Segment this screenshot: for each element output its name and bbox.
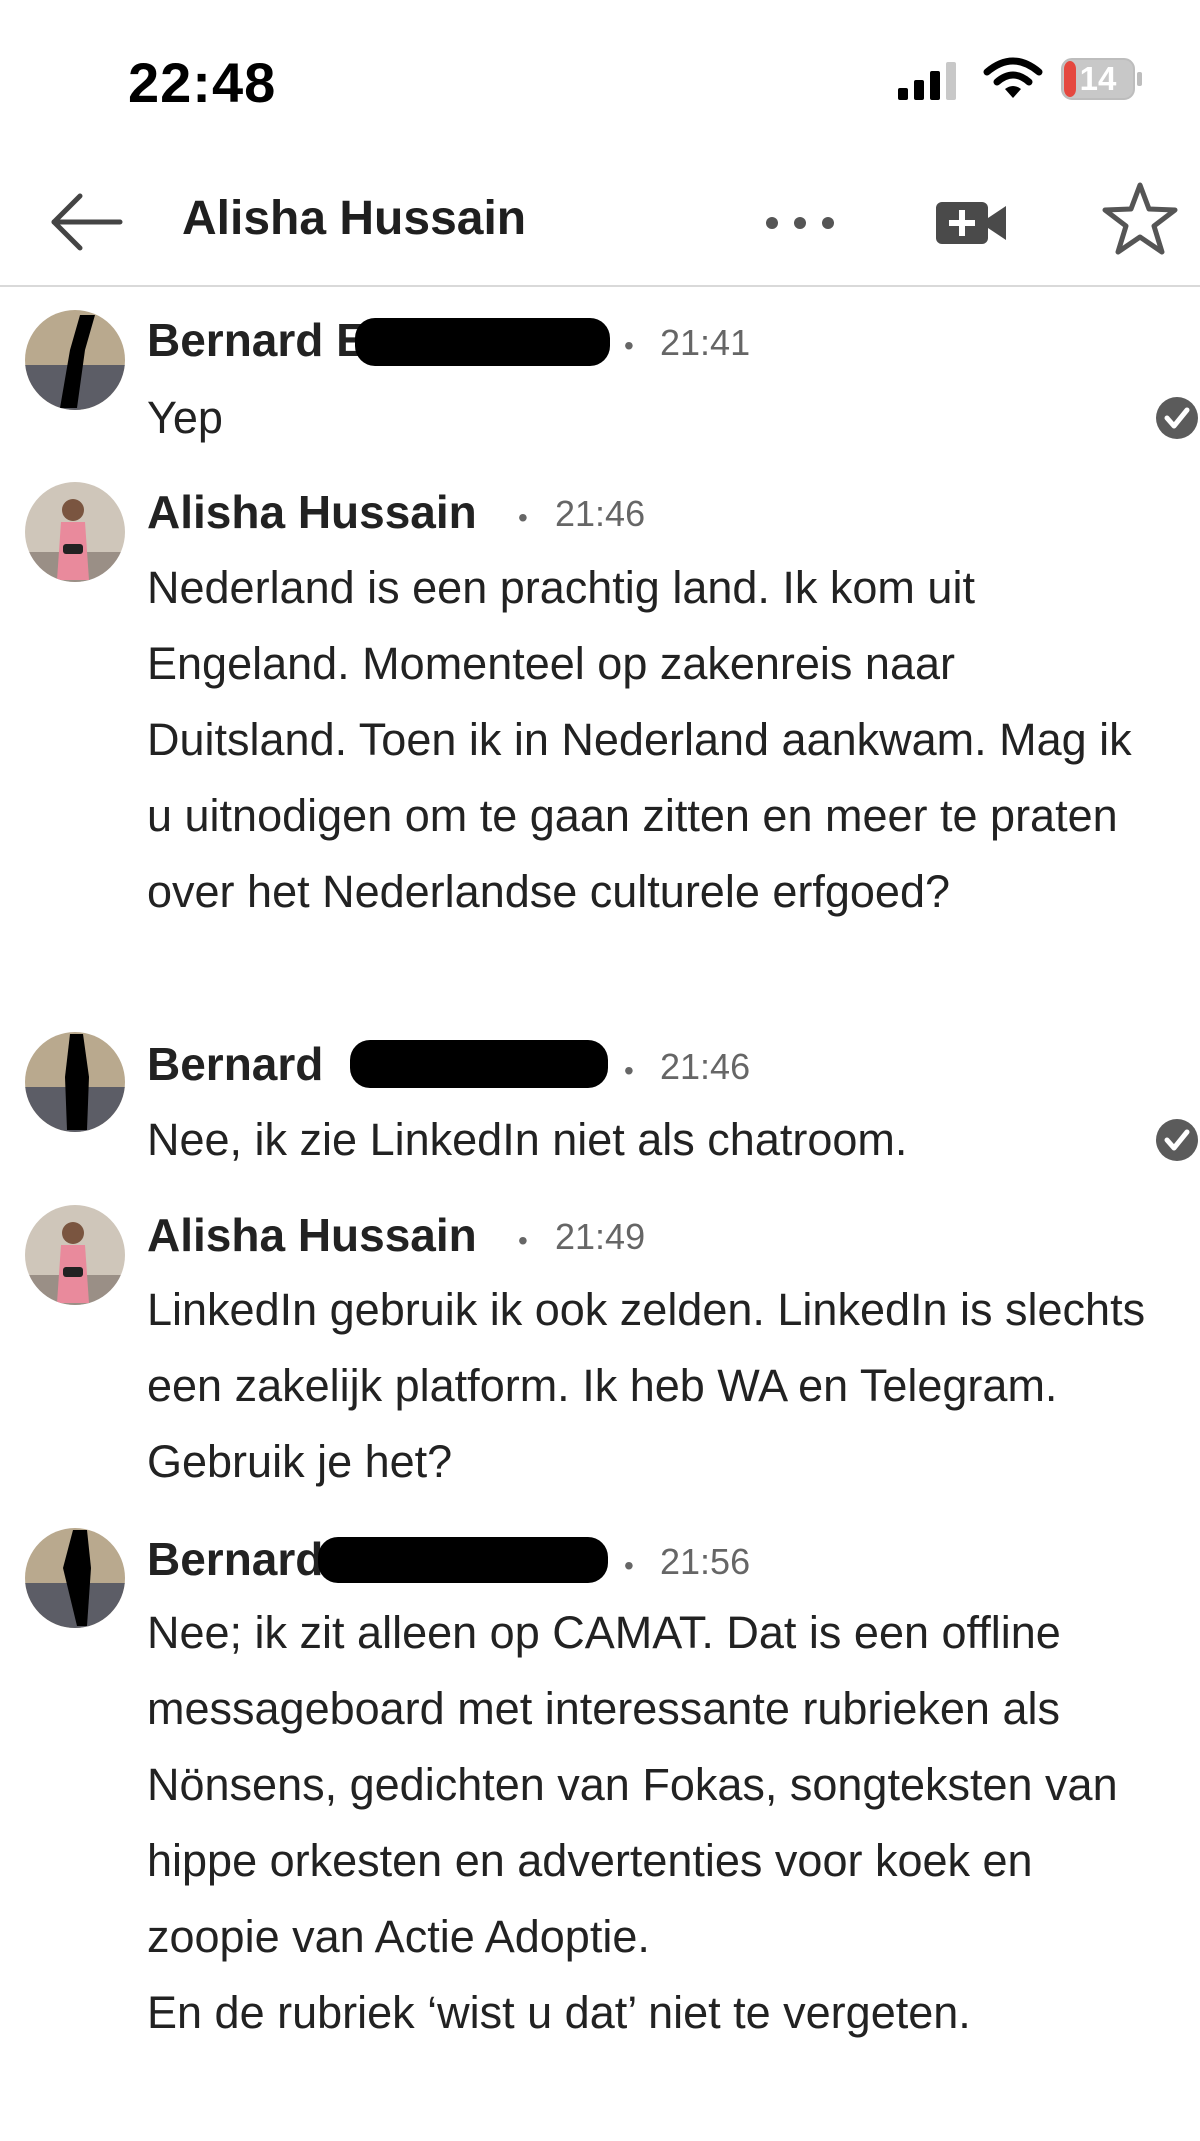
avatar[interactable] bbox=[25, 1205, 125, 1305]
message-time: 21:41 bbox=[660, 322, 751, 363]
avatar[interactable] bbox=[25, 1032, 125, 1132]
redaction-mark bbox=[318, 1537, 608, 1583]
separator-dot: • bbox=[624, 1055, 634, 1086]
message-time: 21:46 bbox=[660, 1046, 751, 1087]
star-outline-icon[interactable] bbox=[1100, 179, 1180, 259]
status-time: 22:48 bbox=[128, 51, 277, 114]
avatar[interactable] bbox=[25, 1528, 125, 1628]
wifi-icon bbox=[983, 57, 1043, 98]
separator-dot: • bbox=[518, 502, 528, 533]
video-add-icon[interactable] bbox=[932, 190, 1012, 256]
cellular-signal-icon bbox=[898, 62, 956, 100]
separator-dot: • bbox=[518, 1225, 528, 1256]
message-text: Nee, ik zie LinkedIn niet als chatroom. bbox=[147, 1114, 908, 1165]
message-text: LinkedIn gebruik ik ook zelden. LinkedIn… bbox=[147, 1284, 1146, 1487]
conversation-header: Alisha Hussain bbox=[0, 165, 1200, 287]
message-time: 21:49 bbox=[555, 1216, 646, 1257]
sender-name[interactable]: Bernard E bbox=[147, 313, 367, 367]
message-text: Nee; ik zit alleen op CAMAT. Dat is een … bbox=[147, 1607, 1118, 2038]
arrow-left-icon[interactable] bbox=[48, 187, 128, 257]
more-horizontal-icon[interactable] bbox=[760, 193, 840, 253]
message-time: 21:56 bbox=[660, 1541, 751, 1582]
message-time: 21:46 bbox=[555, 493, 646, 534]
conversation-title[interactable]: Alisha Hussain bbox=[182, 191, 526, 246]
sender-name[interactable]: Bernard bbox=[147, 1037, 323, 1091]
separator-dot: • bbox=[624, 1550, 634, 1581]
message-text: Yep bbox=[147, 392, 223, 443]
read-receipt-icon bbox=[1156, 397, 1198, 439]
redaction-mark bbox=[355, 318, 610, 366]
sender-name[interactable]: Bernard bbox=[147, 1532, 323, 1586]
read-receipt-icon bbox=[1156, 1119, 1198, 1161]
status-bar: 22:48 14 bbox=[0, 0, 1200, 165]
separator-dot: • bbox=[624, 330, 634, 361]
battery-level: 14 bbox=[1079, 60, 1117, 97]
avatar[interactable] bbox=[25, 310, 125, 410]
message-text: Nederland is een prachtig land. Ik kom u… bbox=[147, 562, 1132, 917]
sender-name[interactable]: Alisha Hussain bbox=[147, 485, 477, 539]
redaction-mark bbox=[350, 1040, 608, 1088]
avatar[interactable] bbox=[25, 482, 125, 582]
sender-name[interactable]: Alisha Hussain bbox=[147, 1208, 477, 1262]
